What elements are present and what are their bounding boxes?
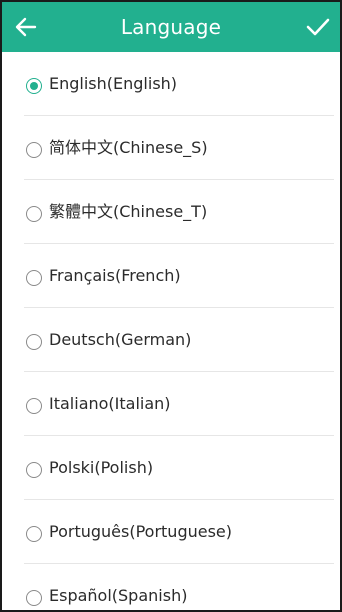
language-option-english[interactable]: English(English): [2, 52, 340, 116]
language-label: Polski(Polish): [49, 458, 154, 477]
language-label: Deutsch(German): [49, 330, 192, 349]
radio-button[interactable]: [26, 334, 42, 350]
language-label: Español(Spanish): [49, 586, 188, 605]
confirm-button[interactable]: [298, 7, 338, 47]
radio-button[interactable]: [26, 462, 42, 478]
radio-button[interactable]: [26, 78, 42, 94]
language-label: English(English): [49, 74, 178, 93]
radio-button[interactable]: [26, 206, 42, 222]
radio-button[interactable]: [26, 590, 42, 606]
radio-button[interactable]: [26, 270, 42, 286]
top-bar: Language: [2, 2, 340, 52]
radio-button[interactable]: [26, 526, 42, 542]
language-option-chinese-t[interactable]: 繁體中文(Chinese_T): [2, 180, 340, 244]
language-option-chinese-s[interactable]: 简体中文(Chinese_S): [2, 116, 340, 180]
checkmark-icon: [306, 18, 330, 36]
language-screen: Language English(English) 简体中文(Chinese_S…: [0, 0, 342, 612]
page-title: Language: [120, 15, 222, 39]
language-label: Português(Portuguese): [49, 522, 232, 541]
language-label: Français(French): [49, 266, 181, 285]
language-label: Italiano(Italian): [49, 394, 171, 413]
language-option-polish[interactable]: Polski(Polish): [2, 436, 340, 500]
language-option-spanish[interactable]: Español(Spanish): [2, 564, 340, 610]
language-list: English(English) 简体中文(Chinese_S) 繁體中文(Ch…: [2, 52, 340, 610]
language-option-french[interactable]: Français(French): [2, 244, 340, 308]
language-option-german[interactable]: Deutsch(German): [2, 308, 340, 372]
arrow-left-icon: [15, 17, 37, 37]
radio-button[interactable]: [26, 398, 42, 414]
radio-button[interactable]: [26, 142, 42, 158]
language-label: 繁體中文(Chinese_T): [49, 202, 208, 221]
language-label: 简体中文(Chinese_S): [49, 138, 208, 157]
language-option-italian[interactable]: Italiano(Italian): [2, 372, 340, 436]
language-option-portuguese[interactable]: Português(Portuguese): [2, 500, 340, 564]
back-button[interactable]: [6, 7, 46, 47]
